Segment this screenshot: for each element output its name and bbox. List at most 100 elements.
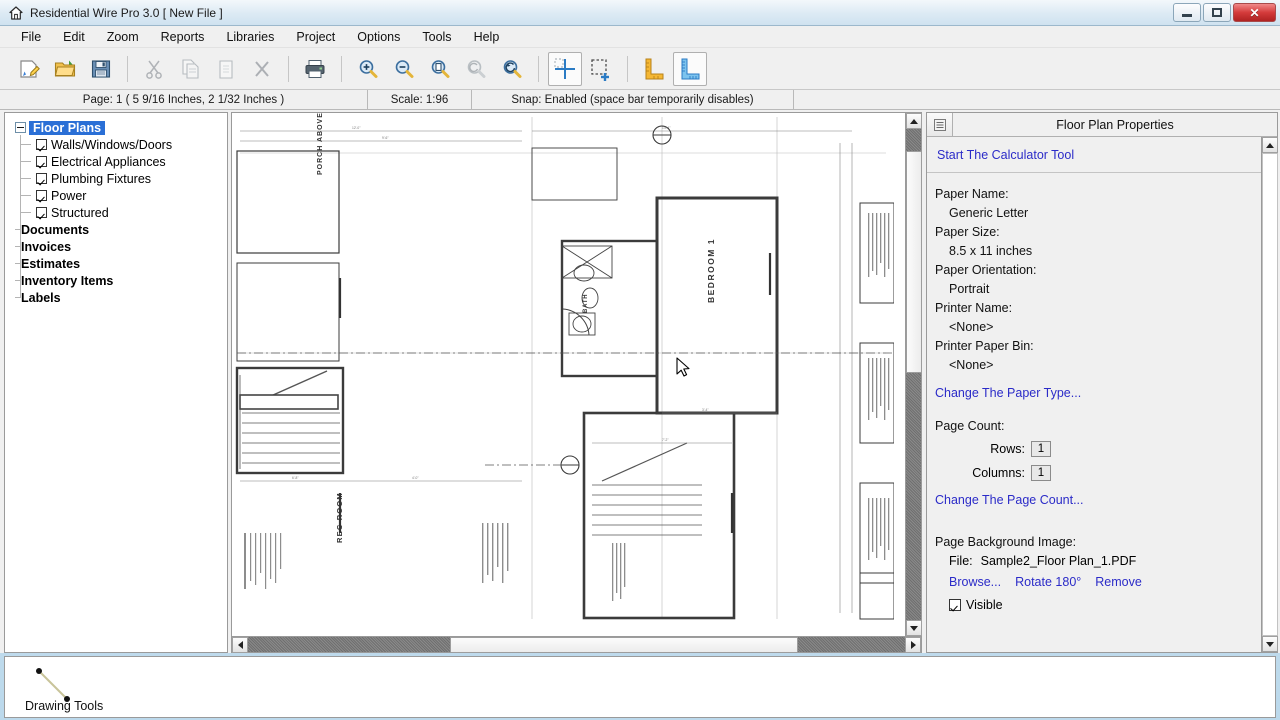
change-page-count-link[interactable]: Change The Page Count... <box>935 493 1084 507</box>
properties-title: Floor Plan Properties <box>1056 117 1174 132</box>
properties-fields: Paper Name: Generic Letter Paper Size: 8… <box>927 173 1261 612</box>
checkbox-icon[interactable] <box>36 190 47 201</box>
crosshair-tool-icon[interactable] <box>548 51 582 86</box>
svg-text:BATH: BATH <box>583 294 589 313</box>
background-image-label: Page Background Image: <box>935 535 1077 549</box>
properties-scroll-thumb[interactable] <box>1262 153 1278 636</box>
properties-header: Floor Plan Properties <box>927 113 1277 137</box>
menu-file[interactable]: File <box>10 27 52 47</box>
horizontal-scroll-thumb[interactable] <box>450 637 798 653</box>
tree-item-floor-plans[interactable]: Floor Plans <box>9 119 227 136</box>
change-paper-type-link[interactable]: Change The Paper Type... <box>935 386 1081 400</box>
menu-edit[interactable]: Edit <box>52 27 96 47</box>
columns-row: Columns: 1 <box>935 462 1261 484</box>
columns-label: Columns: <box>972 466 1025 480</box>
paste-icon[interactable] <box>209 52 243 86</box>
tree-item-plumbing-fixtures[interactable]: Plumbing Fixtures <box>9 170 227 187</box>
rotate-180-link[interactable]: Rotate 180° <box>1015 572 1081 592</box>
drawing-canvas-panel: 12'-0" 9'-6" 14'-4" 6'-8" 4'-0" 7'-2" 3'-4"… <box>231 112 922 653</box>
canvas-vertical-scrollbar[interactable] <box>905 113 922 636</box>
checkbox-icon[interactable] <box>36 173 47 184</box>
tree-item-estimates[interactable]: Estimates <box>9 255 227 272</box>
checkbox-icon[interactable] <box>36 156 47 167</box>
scroll-down-button[interactable] <box>906 620 922 636</box>
tree-item-inventory-items[interactable]: Inventory Items <box>9 272 227 289</box>
svg-text:PORCH ABOVE: PORCH ABOVE <box>317 113 324 175</box>
checkbox-icon[interactable] <box>36 139 47 150</box>
remove-link[interactable]: Remove <box>1095 572 1142 592</box>
zoom-in-icon[interactable] <box>351 52 385 86</box>
ruler-blue-icon[interactable] <box>673 51 707 86</box>
save-file-icon[interactable] <box>84 52 118 86</box>
application-window: Residential Wire Pro 3.0 [ New File ] ✕ … <box>0 0 1280 720</box>
collapse-icon[interactable] <box>15 122 26 133</box>
tree-item-electrical-appliances[interactable]: Electrical Appliances <box>9 153 227 170</box>
properties-scroll-up-button[interactable] <box>1262 137 1278 153</box>
toolbar-separator <box>288 55 289 82</box>
tree-item-labels[interactable]: Labels <box>9 289 227 306</box>
chevron-up-icon <box>1266 142 1274 148</box>
open-file-icon[interactable] <box>48 52 82 86</box>
menu-zoom[interactable]: Zoom <box>96 27 150 47</box>
project-tree-panel[interactable]: Floor Plans Walls/Windows/Doors Electric… <box>4 112 228 653</box>
select-area-tool-icon[interactable] <box>584 52 618 86</box>
page-status: Page: 1 ( 5 9/16 Inches, 2 1/32 Inches ) <box>0 90 368 109</box>
canvas-horizontal-scrollbar[interactable] <box>232 636 921 653</box>
checkbox-icon[interactable] <box>36 207 47 218</box>
menu-bar: File Edit Zoom Reports Libraries Project… <box>0 26 1280 48</box>
print-icon[interactable] <box>298 52 332 86</box>
delete-icon[interactable] <box>245 52 279 86</box>
columns-value[interactable]: 1 <box>1031 465 1051 481</box>
checkbox-icon[interactable] <box>949 599 961 611</box>
paper-size-label: Paper Size: <box>935 225 1000 239</box>
tree-item-structured[interactable]: Structured <box>9 204 227 221</box>
toolbar-separator <box>627 55 628 82</box>
drawing-tools-label: Drawing Tools <box>25 699 104 713</box>
menu-tools[interactable]: Tools <box>411 27 462 47</box>
tree-item-invoices[interactable]: Invoices <box>9 238 227 255</box>
zoom-previous-icon[interactable] <box>459 52 493 86</box>
browse-link[interactable]: Browse... <box>949 572 1001 592</box>
zoom-page-icon[interactable] <box>423 52 457 86</box>
workspace: Floor Plans Walls/Windows/Doors Electric… <box>0 110 1280 653</box>
file-label: File: <box>949 554 973 568</box>
background-file-row: File: Sample2_Floor Plan_1.PDF <box>935 552 1261 571</box>
chevron-down-icon <box>910 625 918 631</box>
visible-row[interactable]: Visible <box>935 598 1261 612</box>
scroll-left-button[interactable] <box>232 637 248 653</box>
copy-icon[interactable] <box>173 52 207 86</box>
start-calculator-link[interactable]: Start The Calculator Tool <box>937 148 1074 162</box>
new-file-icon[interactable] <box>12 52 46 86</box>
properties-list-icon[interactable] <box>927 113 953 136</box>
chevron-right-icon <box>910 641 916 649</box>
toolbar-separator <box>538 55 539 82</box>
ruler-orange-icon[interactable] <box>637 52 671 86</box>
menu-reports[interactable]: Reports <box>150 27 216 47</box>
zoom-selection-icon[interactable] <box>495 52 529 86</box>
paper-orientation-label: Paper Orientation: <box>935 263 1037 277</box>
tree-item-walls-windows-doors[interactable]: Walls/Windows/Doors <box>9 136 227 153</box>
menu-help[interactable]: Help <box>463 27 511 47</box>
minimize-button[interactable] <box>1173 3 1201 22</box>
menu-options[interactable]: Options <box>346 27 411 47</box>
floor-plan-canvas[interactable]: 12'-0" 9'-6" 14'-4" 6'-8" 4'-0" 7'-2" 3'-4"… <box>232 113 905 636</box>
tree-item-documents[interactable]: Documents <box>9 221 227 238</box>
toolbar-separator <box>341 55 342 82</box>
scroll-up-button[interactable] <box>906 113 922 129</box>
floor-plan-drawing: 12'-0"9'-6" 14'-4"6'-8" 4'-0"7'-2" 3'-4"… <box>232 113 894 623</box>
menu-libraries[interactable]: Libraries <box>215 27 285 47</box>
properties-scroll-down-button[interactable] <box>1262 636 1278 652</box>
properties-vertical-scrollbar[interactable] <box>1261 137 1278 652</box>
vertical-scroll-thumb[interactable] <box>906 151 922 373</box>
cut-icon[interactable] <box>137 52 171 86</box>
menu-project[interactable]: Project <box>285 27 346 47</box>
tree-item-power[interactable]: Power <box>9 187 227 204</box>
scroll-right-button[interactable] <box>905 637 921 653</box>
maximize-button[interactable] <box>1203 3 1231 22</box>
zoom-out-icon[interactable] <box>387 52 421 86</box>
close-button[interactable]: ✕ <box>1233 3 1276 22</box>
rows-value[interactable]: 1 <box>1031 441 1051 457</box>
window-title: Residential Wire Pro 3.0 [ New File ] <box>30 5 223 20</box>
paper-orientation-value: Portrait <box>949 282 990 296</box>
drawing-tools-panel[interactable]: Drawing Tools <box>4 656 1276 718</box>
